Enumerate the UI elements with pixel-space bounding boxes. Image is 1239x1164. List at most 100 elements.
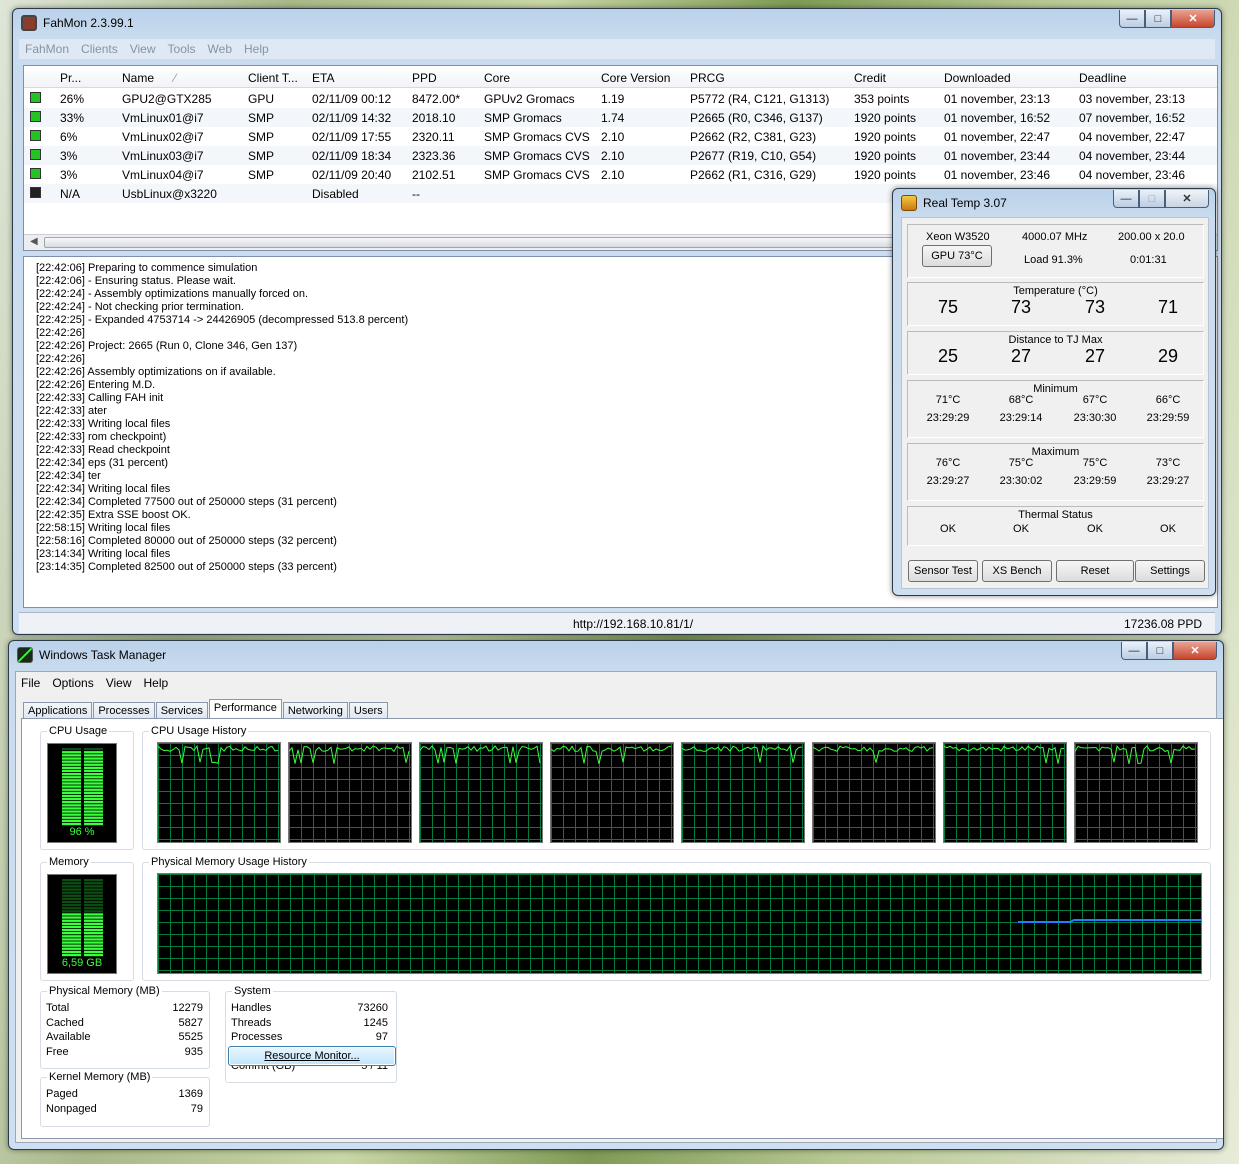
- xs-bench-button[interactable]: XS Bench: [982, 560, 1052, 582]
- scroll-left-icon[interactable]: ◀: [30, 236, 38, 247]
- maximize-button[interactable]: □: [1145, 10, 1171, 28]
- meter-segment: [84, 810, 103, 813]
- fahmon-titlebar[interactable]: FahMon 2.3.99.1 — □ ✕: [13, 9, 1221, 37]
- cpu-core-usage-line: [288, 745, 410, 764]
- column-credit[interactable]: Credit: [854, 71, 886, 85]
- client-row[interactable]: 3% VmLinux04@i7 SMP 02/11/09 20:40 2102.51 SM…: [24, 165, 1217, 184]
- column-core[interactable]: Core: [484, 71, 510, 85]
- gpu-temp-button[interactable]: GPU 73°C: [922, 245, 992, 267]
- client-row[interactable]: 26% GPU2@GTX285 GPU 02/11/09 00:12 8472.00* G…: [24, 89, 1217, 108]
- cell-ppd: 8472.00*: [412, 92, 461, 106]
- cell-downloaded: 01 november, 23:13: [944, 92, 1051, 106]
- core-distance: 29: [1157, 346, 1179, 366]
- menu-view[interactable]: View: [124, 42, 162, 56]
- stat-row: Paged 1369: [46, 1087, 203, 1102]
- client-row[interactable]: 3% VmLinux03@i7 SMP 02/11/09 18:34 2323.36 SM…: [24, 146, 1217, 165]
- meter-segment: [62, 913, 81, 916]
- column-prcg[interactable]: PRCG: [690, 71, 725, 85]
- core-temperature: 75: [937, 297, 959, 317]
- meter-segment: [62, 894, 81, 897]
- meter-segment: [84, 882, 103, 885]
- tab-performance[interactable]: Performance: [208, 699, 282, 720]
- menu-tools[interactable]: Tools: [162, 42, 202, 56]
- fahmon-statusbar: http://192.168.10.81/1/ 17236.08 PPD: [19, 612, 1215, 633]
- column-deadline[interactable]: Deadline: [1079, 71, 1126, 85]
- cell-version: 1.19: [601, 92, 625, 106]
- column-name[interactable]: Name: [122, 71, 154, 85]
- cpu-usage-group: CPU Usage 96 %: [40, 725, 134, 850]
- realtemp-body: Xeon W3520 4000.07 MHz 200.00 x 20.0 GPU…: [901, 217, 1209, 589]
- minimize-button[interactable]: —: [1119, 10, 1145, 28]
- reset-button[interactable]: Reset: [1056, 560, 1134, 582]
- resource-monitor-button[interactable]: Resource Monitor...: [228, 1046, 396, 1066]
- core-max-temp: 75°C: [1082, 457, 1108, 469]
- menu-help[interactable]: Help: [238, 42, 275, 56]
- realtemp-titlebar[interactable]: Real Temp 3.07 — □ ✕: [893, 189, 1215, 217]
- cell-progress: 33%: [60, 111, 85, 125]
- cell-ppd: 2320.11: [412, 130, 455, 144]
- meter-segment: [84, 822, 103, 826]
- meter-segment: [84, 953, 103, 957]
- fahmon-menubar: FahMon Clients View Tools Web Help: [19, 39, 1215, 59]
- tm-menu-view[interactable]: View: [100, 676, 138, 690]
- settings-button[interactable]: Settings: [1135, 560, 1205, 582]
- meter-segment: [84, 944, 103, 947]
- meter-segment: [84, 885, 103, 888]
- stat-label: Threads: [231, 1016, 272, 1029]
- stat-value: 73260: [357, 1002, 388, 1014]
- column-ppd[interactable]: PPD: [412, 71, 437, 85]
- cell-downloaded: 01 november, 23:44: [944, 149, 1051, 163]
- meter-segment: [62, 925, 81, 929]
- physical-memory-label: Physical Memory (MB): [47, 985, 162, 997]
- cpu-core-history-graph: [1074, 742, 1198, 843]
- meter-segment: [84, 897, 103, 900]
- tm-minimize-button[interactable]: —: [1121, 642, 1147, 660]
- sensor-test-button[interactable]: Sensor Test: [908, 560, 978, 582]
- meter-segment: [84, 754, 103, 757]
- meter-segment: [84, 913, 103, 916]
- menu-clients[interactable]: Clients: [75, 42, 124, 56]
- status-indicator-icon: [30, 149, 41, 160]
- client-row[interactable]: 6% VmLinux02@i7 SMP 02/11/09 17:55 2320.11 SM…: [24, 127, 1217, 146]
- cpu-core-history-graph: [812, 742, 936, 843]
- client-row[interactable]: 33% VmLinux01@i7 SMP 02/11/09 14:32 2018.10 S…: [24, 108, 1217, 127]
- tm-maximize-button[interactable]: □: [1147, 642, 1173, 660]
- core-min-time: 23:29:59: [1146, 412, 1190, 424]
- stat-row: Total 12279: [46, 1001, 203, 1016]
- menu-web[interactable]: Web: [202, 42, 238, 56]
- cell-prcg: P5772 (R4, C121, G1313): [690, 92, 830, 106]
- tm-close-button[interactable]: ✕: [1173, 642, 1217, 660]
- meter-segment: [62, 916, 81, 919]
- cpu-model: Xeon W3520: [926, 231, 990, 243]
- rt-minimize-button[interactable]: —: [1113, 190, 1139, 208]
- column-downloaded[interactable]: Downloaded: [944, 71, 1011, 85]
- tm-menu-options[interactable]: Options: [46, 676, 99, 690]
- meter-segment: [84, 757, 103, 760]
- meter-segment: [62, 919, 81, 922]
- tm-menu-file[interactable]: File: [15, 676, 46, 690]
- tm-menu-help[interactable]: Help: [138, 676, 175, 690]
- rt-close-button[interactable]: ✕: [1165, 190, 1209, 208]
- system-group: System Handles 73260 Threads 1245 Processes 9…: [225, 985, 397, 1083]
- status-indicator-icon: [30, 168, 41, 179]
- taskmgr-titlebar[interactable]: Windows Task Manager — □ ✕: [9, 641, 1223, 669]
- close-button[interactable]: ✕: [1171, 10, 1215, 28]
- rt-maximize-button[interactable]: □: [1139, 190, 1165, 208]
- core-thermal-status: OK: [1013, 523, 1029, 535]
- menu-fahmon[interactable]: FahMon: [19, 42, 75, 56]
- cell-version: 2.10: [601, 130, 625, 144]
- meter-segment: [84, 794, 103, 798]
- column-client-type[interactable]: Client T...: [248, 71, 298, 85]
- column-eta[interactable]: ETA: [312, 71, 334, 85]
- cell-progress: 26%: [60, 92, 85, 106]
- sort-icon: ⁄: [174, 71, 177, 85]
- cpu-core-usage-line: [157, 744, 279, 764]
- column-progress[interactable]: Pr...: [60, 71, 81, 85]
- meter-segment: [62, 888, 81, 891]
- cell-version: 2.10: [601, 149, 625, 163]
- cell-name: GPU2@GTX285: [122, 92, 212, 106]
- elapsed-time: 0:01:31: [1130, 254, 1167, 266]
- cell-prcg: P2662 (R2, C381, G23): [690, 130, 817, 144]
- column-core-version[interactable]: Core Version: [601, 71, 670, 85]
- cell-credit: 1920 points: [854, 130, 917, 144]
